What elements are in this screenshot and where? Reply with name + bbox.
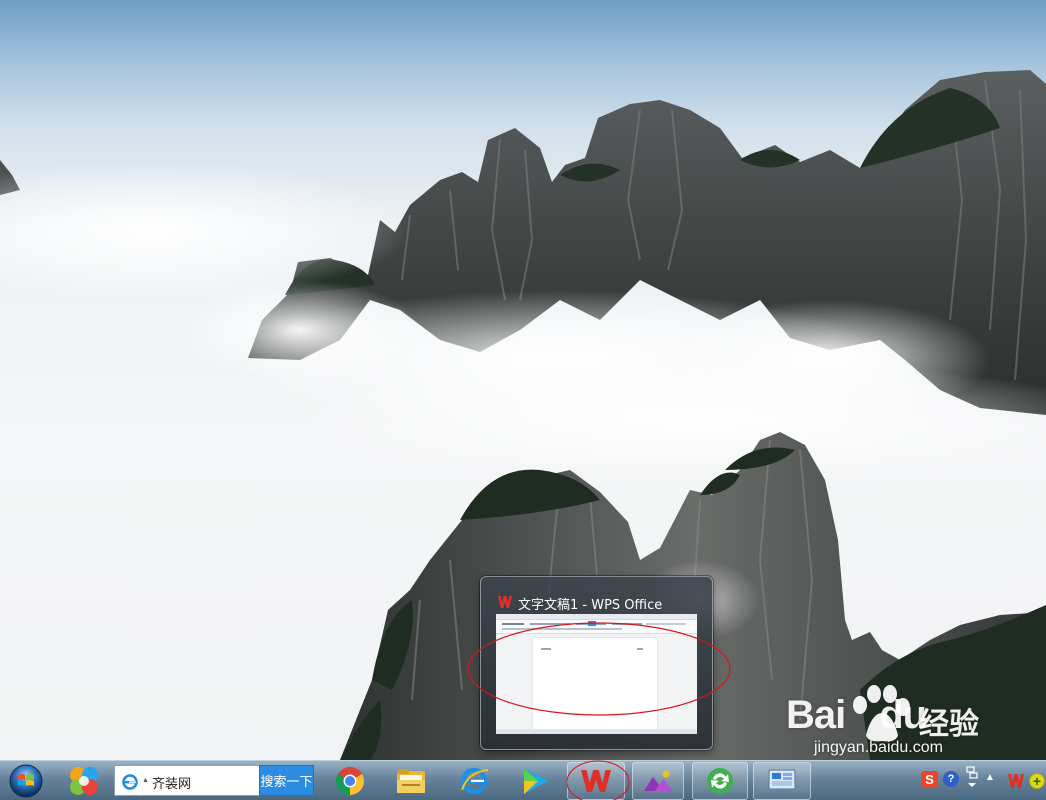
media-player-icon[interactable] [514,762,556,800]
wps-office-taskbar-button[interactable] [566,760,630,800]
desktop: Baidu 经验 jingyan.baidu.com 文字文稿1 - WPS O… [0,0,1046,760]
annotation-ellipse-small [566,760,630,800]
wps-logo-icon [498,596,512,608]
green-tray-icon[interactable]: + [1029,773,1045,789]
thumb-statusbar [496,729,697,734]
wps-window-preview[interactable]: 文字文稿1 - WPS Office [467,576,731,750]
preview-title: 文字文稿1 - WPS Office [518,598,663,613]
windows-logo-icon [9,764,43,798]
address-input[interactable]: 齐装网 [152,773,191,792]
refresh-app-icon[interactable] [692,762,748,800]
system-tray: S ? ▲ + [917,761,1046,800]
taskbar: ▲ 齐装网 搜索一下 S ? ▲ + [0,760,1046,800]
internet-explorer-icon[interactable] [455,762,493,800]
file-explorer-icon[interactable] [390,762,432,800]
internet-explorer-small-icon [122,774,138,790]
baidu-paw-icon [853,685,910,742]
control-panel-icon[interactable] [753,762,811,800]
wps-tray-icon[interactable] [1007,773,1025,789]
network-icon[interactable] [965,765,979,789]
search-button[interactable]: 搜索一下 [259,765,314,796]
start-button[interactable] [5,762,47,800]
address-dropdown-icon[interactable]: ▲ [142,777,149,784]
colorful-app-icon[interactable] [64,762,104,800]
tray-expand-icon[interactable]: ▲ [985,772,995,783]
sogou-input-icon[interactable]: S [921,771,938,788]
address-bar[interactable]: ▲ 齐装网 [114,765,260,796]
chrome-icon[interactable] [330,762,370,800]
photo-app-icon[interactable] [632,762,684,800]
help-icon[interactable]: ? [943,771,959,787]
watermark-jingyan: 经验 [919,707,979,742]
watermark-url: jingyan.baidu.com [814,739,943,756]
baidu-jingyan-watermark: Baidu 经验 jingyan.baidu.com [786,685,1038,760]
annotation-ellipse [467,622,731,716]
